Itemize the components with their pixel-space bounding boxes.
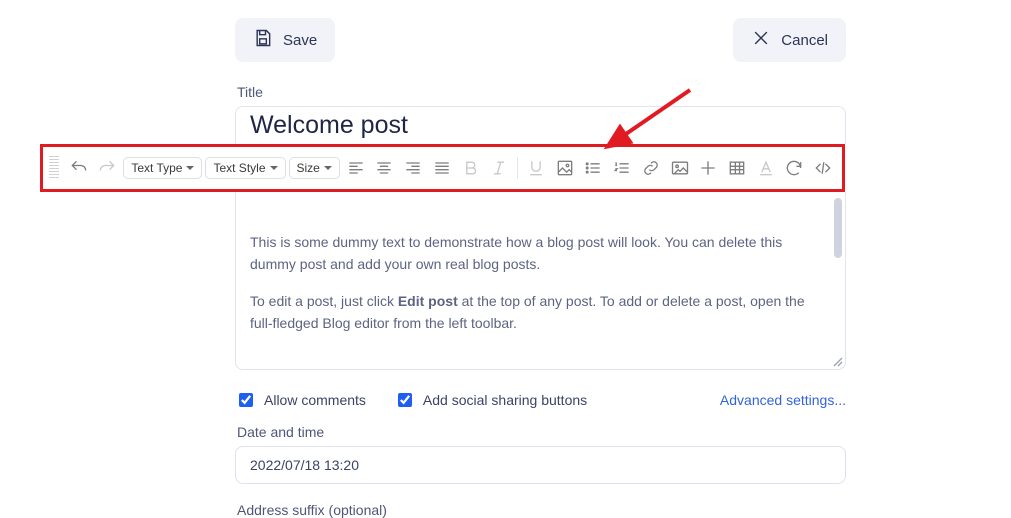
align-left-icon[interactable] (343, 155, 369, 181)
link-icon[interactable] (638, 155, 664, 181)
bold-icon[interactable] (458, 155, 484, 181)
text-color-icon[interactable] (753, 155, 779, 181)
allow-comments-checkbox[interactable]: Allow comments (235, 390, 366, 410)
cancel-button-label: Cancel (781, 32, 828, 49)
chevron-down-icon (270, 166, 278, 170)
italic-icon[interactable] (486, 155, 512, 181)
save-button-label: Save (283, 32, 317, 49)
toolbar-grip[interactable] (49, 156, 59, 180)
redo-icon[interactable] (95, 155, 121, 181)
address-suffix-label: Address suffix (optional) (237, 502, 846, 518)
size-dropdown[interactable]: Size (289, 157, 340, 179)
text-type-dropdown[interactable]: Text Type (123, 157, 202, 179)
bullet-list-icon[interactable] (581, 155, 607, 181)
title-input[interactable] (235, 106, 846, 144)
image-square-icon[interactable] (552, 155, 578, 181)
size-label: Size (297, 161, 320, 175)
title-label: Title (237, 84, 846, 100)
allow-comments-input[interactable] (239, 393, 253, 407)
save-button[interactable]: Save (235, 18, 335, 62)
resize-handle[interactable] (831, 355, 843, 367)
datetime-input[interactable] (235, 446, 846, 484)
table-icon[interactable] (724, 155, 750, 181)
add-social-input[interactable] (398, 393, 412, 407)
toolbar-separator (517, 157, 518, 179)
add-social-label: Add social sharing buttons (423, 392, 587, 408)
chevron-down-icon (186, 166, 194, 170)
editor-paragraph: To edit a post, just click Edit post at … (250, 291, 831, 334)
editor-body[interactable]: This is some dummy text to demonstrate h… (235, 192, 846, 370)
text-style-label: Text Style (213, 161, 265, 175)
text-type-label: Text Type (131, 161, 182, 175)
align-justify-icon[interactable] (429, 155, 455, 181)
options-row: Allow comments Add social sharing button… (235, 390, 846, 410)
advanced-settings-link[interactable]: Advanced settings... (720, 392, 846, 408)
chevron-down-icon (324, 166, 332, 170)
code-icon[interactable] (810, 155, 836, 181)
align-center-icon[interactable] (372, 155, 398, 181)
top-action-bar: Save Cancel (235, 18, 846, 62)
editor-toolbar: Text Type Text Style Size (40, 144, 845, 192)
save-icon (253, 28, 273, 52)
add-social-checkbox[interactable]: Add social sharing buttons (394, 390, 587, 410)
align-right-icon[interactable] (400, 155, 426, 181)
undo-icon[interactable] (66, 155, 92, 181)
cancel-button[interactable]: Cancel (733, 18, 846, 62)
image-icon[interactable] (667, 155, 693, 181)
plus-icon[interactable] (695, 155, 721, 181)
scrollbar-thumb[interactable] (834, 198, 842, 258)
datetime-label: Date and time (237, 424, 846, 440)
underline-icon[interactable] (523, 155, 549, 181)
close-icon (751, 28, 771, 52)
reload-icon[interactable] (782, 155, 808, 181)
numbered-list-icon[interactable] (609, 155, 635, 181)
allow-comments-label: Allow comments (264, 392, 366, 408)
editor-paragraph: This is some dummy text to demonstrate h… (250, 232, 831, 275)
text-style-dropdown[interactable]: Text Style (205, 157, 285, 179)
